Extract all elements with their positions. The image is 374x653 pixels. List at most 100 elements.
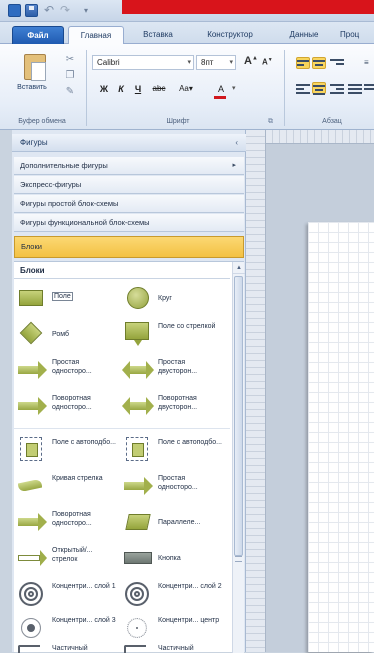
stencil-more-shapes[interactable]: Дополнительные фигуры ▸ (14, 157, 244, 175)
undo-icon[interactable]: ↶ (44, 4, 57, 17)
stencil-quick-shapes[interactable]: Экспресс-фигуры (14, 176, 244, 194)
strikethrough-icon[interactable]: abc (150, 82, 168, 96)
shape-circle[interactable]: Круг (122, 282, 226, 316)
paragraph-group-label: Абзац (322, 118, 342, 125)
tab-design[interactable]: Конструктор (192, 26, 268, 44)
shape-partial-layer[interactable]: Частичный (16, 642, 120, 653)
align-more-icon[interactable]: ≡ (364, 57, 374, 69)
shape-label: Поле (52, 292, 73, 301)
title-bar-highlight (122, 0, 374, 14)
stencil-blocks[interactable]: Блоки (14, 236, 244, 258)
paste-button-label[interactable]: Вставить (5, 84, 59, 91)
stencil-cross-functional-flowchart[interactable]: Фигуры функциональной блок-схемы (14, 214, 244, 232)
clipboard-group-label: Буфер обмена (18, 118, 66, 125)
align-more-icon[interactable] (364, 82, 374, 94)
shape-label: Поле с автоподбо... (52, 439, 116, 446)
font-size-value: 8пт (201, 58, 214, 67)
shapes-pane: Фигуры ‹ Дополнительные фигуры ▸ Экспрес… (12, 130, 246, 653)
font-size-dropdown[interactable]: 8пт ▾ (196, 55, 236, 70)
shape-box[interactable]: Поле (16, 282, 120, 316)
shape-concentric-layer-3[interactable]: Концентри... слой 3 (16, 612, 120, 646)
shape-simple-arrow[interactable]: Простая односторо... (122, 470, 226, 504)
shape-rotating-double-arrow[interactable]: Поворотная двусторон... (122, 390, 226, 424)
shape-autosize-box[interactable]: Поле с автоподбо... (122, 434, 226, 468)
shrink-font-icon[interactable]: A▼ (262, 57, 273, 67)
shape-autosize-box[interactable]: Поле с автоподбо... (16, 434, 120, 468)
shape-label: Концентри... слой 2 (158, 583, 222, 590)
shape-concentric-center[interactable]: Концентри... центр (122, 612, 226, 646)
italic-icon[interactable]: К (115, 82, 127, 96)
concentric-ring-icon (125, 582, 149, 606)
cut-icon[interactable]: ✂ (64, 54, 76, 66)
one-way-arrow-icon (18, 397, 47, 415)
quick-access-dropdown-icon[interactable]: ▾ (84, 4, 97, 17)
chevron-down-icon[interactable]: ▾ (232, 84, 236, 92)
align-top-right-icon[interactable] (330, 57, 344, 69)
format-painter-icon[interactable]: ✎ (64, 86, 76, 98)
dialog-launcher-icon[interactable]: ⧉ (268, 118, 273, 126)
grow-font-icon[interactable]: A▲ (244, 55, 258, 67)
section-divider (14, 278, 230, 279)
shape-rotating-arrow[interactable]: Поворотная односторо... (16, 390, 120, 424)
concentric-center-icon (127, 618, 147, 638)
scrollbar-grip (235, 556, 242, 562)
align-left-icon[interactable] (296, 82, 310, 94)
shape-diamond[interactable]: Ромб (16, 318, 120, 352)
bold-icon[interactable]: Ж (98, 82, 110, 96)
stencil-basic-flowchart[interactable]: Фигуры простой блок-схемы (14, 195, 244, 213)
shape-label: Ромб (52, 331, 69, 338)
collapse-pane-icon[interactable]: ‹ (235, 134, 238, 152)
group-divider (86, 50, 87, 126)
shape-partial-layer[interactable]: Частичный (122, 642, 226, 653)
tab-insert[interactable]: Вставка (128, 26, 188, 44)
concentric-ring-icon (19, 582, 43, 606)
tab-home[interactable]: Главная (68, 26, 124, 45)
tab-process[interactable]: Проц (340, 26, 374, 44)
change-case-button[interactable]: Aa▾ (172, 82, 200, 96)
change-case-label: Aa (179, 84, 189, 93)
shape-concentric-layer-1[interactable]: Концентри... слой 1 (16, 578, 120, 612)
font-name-dropdown[interactable]: Calibri ▾ (92, 55, 194, 70)
shape-label: Поле со стрелкой (158, 323, 216, 330)
visio-app-icon[interactable] (8, 4, 21, 17)
redo-icon[interactable]: ↷ (60, 4, 73, 17)
one-way-arrow-icon (18, 513, 47, 531)
shape-rotating-arrow[interactable]: Поворотная односторо... (16, 506, 120, 540)
drawing-page[interactable] (308, 222, 374, 652)
paste-icon[interactable] (24, 54, 46, 81)
align-justify-icon[interactable] (348, 82, 362, 94)
shape-label: Поворотная односторо... (52, 395, 92, 411)
shape-button[interactable]: Кнопка (122, 542, 226, 576)
align-top-center-icon[interactable] (312, 57, 326, 69)
shape-simple-double-arrow[interactable]: Простая двусторон... (122, 354, 226, 388)
section-divider (14, 428, 230, 429)
two-way-arrow-icon (122, 397, 154, 415)
shape-concentric-layer-2[interactable]: Концентри... слой 2 (122, 578, 226, 612)
shapes-pane-title: Фигуры (20, 138, 48, 147)
align-center-icon[interactable] (312, 82, 326, 95)
shape-parallelogram[interactable]: Параллеле... (122, 506, 226, 540)
shape-simple-arrow[interactable]: Простая односторо... (16, 354, 120, 388)
align-top-left-icon[interactable] (296, 57, 310, 69)
font-color-icon[interactable]: A (212, 82, 230, 96)
shape-open-arrow[interactable]: Открытый/... стрелок (16, 542, 120, 576)
copy-icon[interactable]: ❐ (64, 70, 76, 82)
align-right-icon[interactable] (330, 82, 344, 94)
stencil-label: Дополнительные фигуры (20, 161, 108, 170)
scrollbar[interactable]: ▲ (232, 262, 245, 653)
underline-icon[interactable]: Ч (132, 82, 144, 96)
shape-callout-box[interactable]: Поле со стрелкой (122, 318, 226, 352)
tab-file[interactable]: Файл (12, 26, 64, 44)
scroll-up-icon[interactable]: ▲ (233, 262, 245, 274)
shapes-pane-header: Фигуры ‹ (12, 134, 246, 152)
drawing-canvas[interactable] (266, 144, 374, 652)
save-icon[interactable] (25, 4, 38, 17)
shape-curved-arrow[interactable]: Кривая стрелка (16, 470, 120, 504)
shape-label: Простая односторо... (158, 475, 198, 491)
scrollbar-thumb[interactable] (234, 276, 243, 556)
tab-data[interactable]: Данные (272, 26, 336, 44)
group-divider (284, 50, 285, 126)
two-way-arrow-icon (122, 361, 154, 379)
autosize-box-icon (126, 437, 148, 461)
stencil-label: Фигуры функциональной блок-схемы (20, 218, 150, 227)
